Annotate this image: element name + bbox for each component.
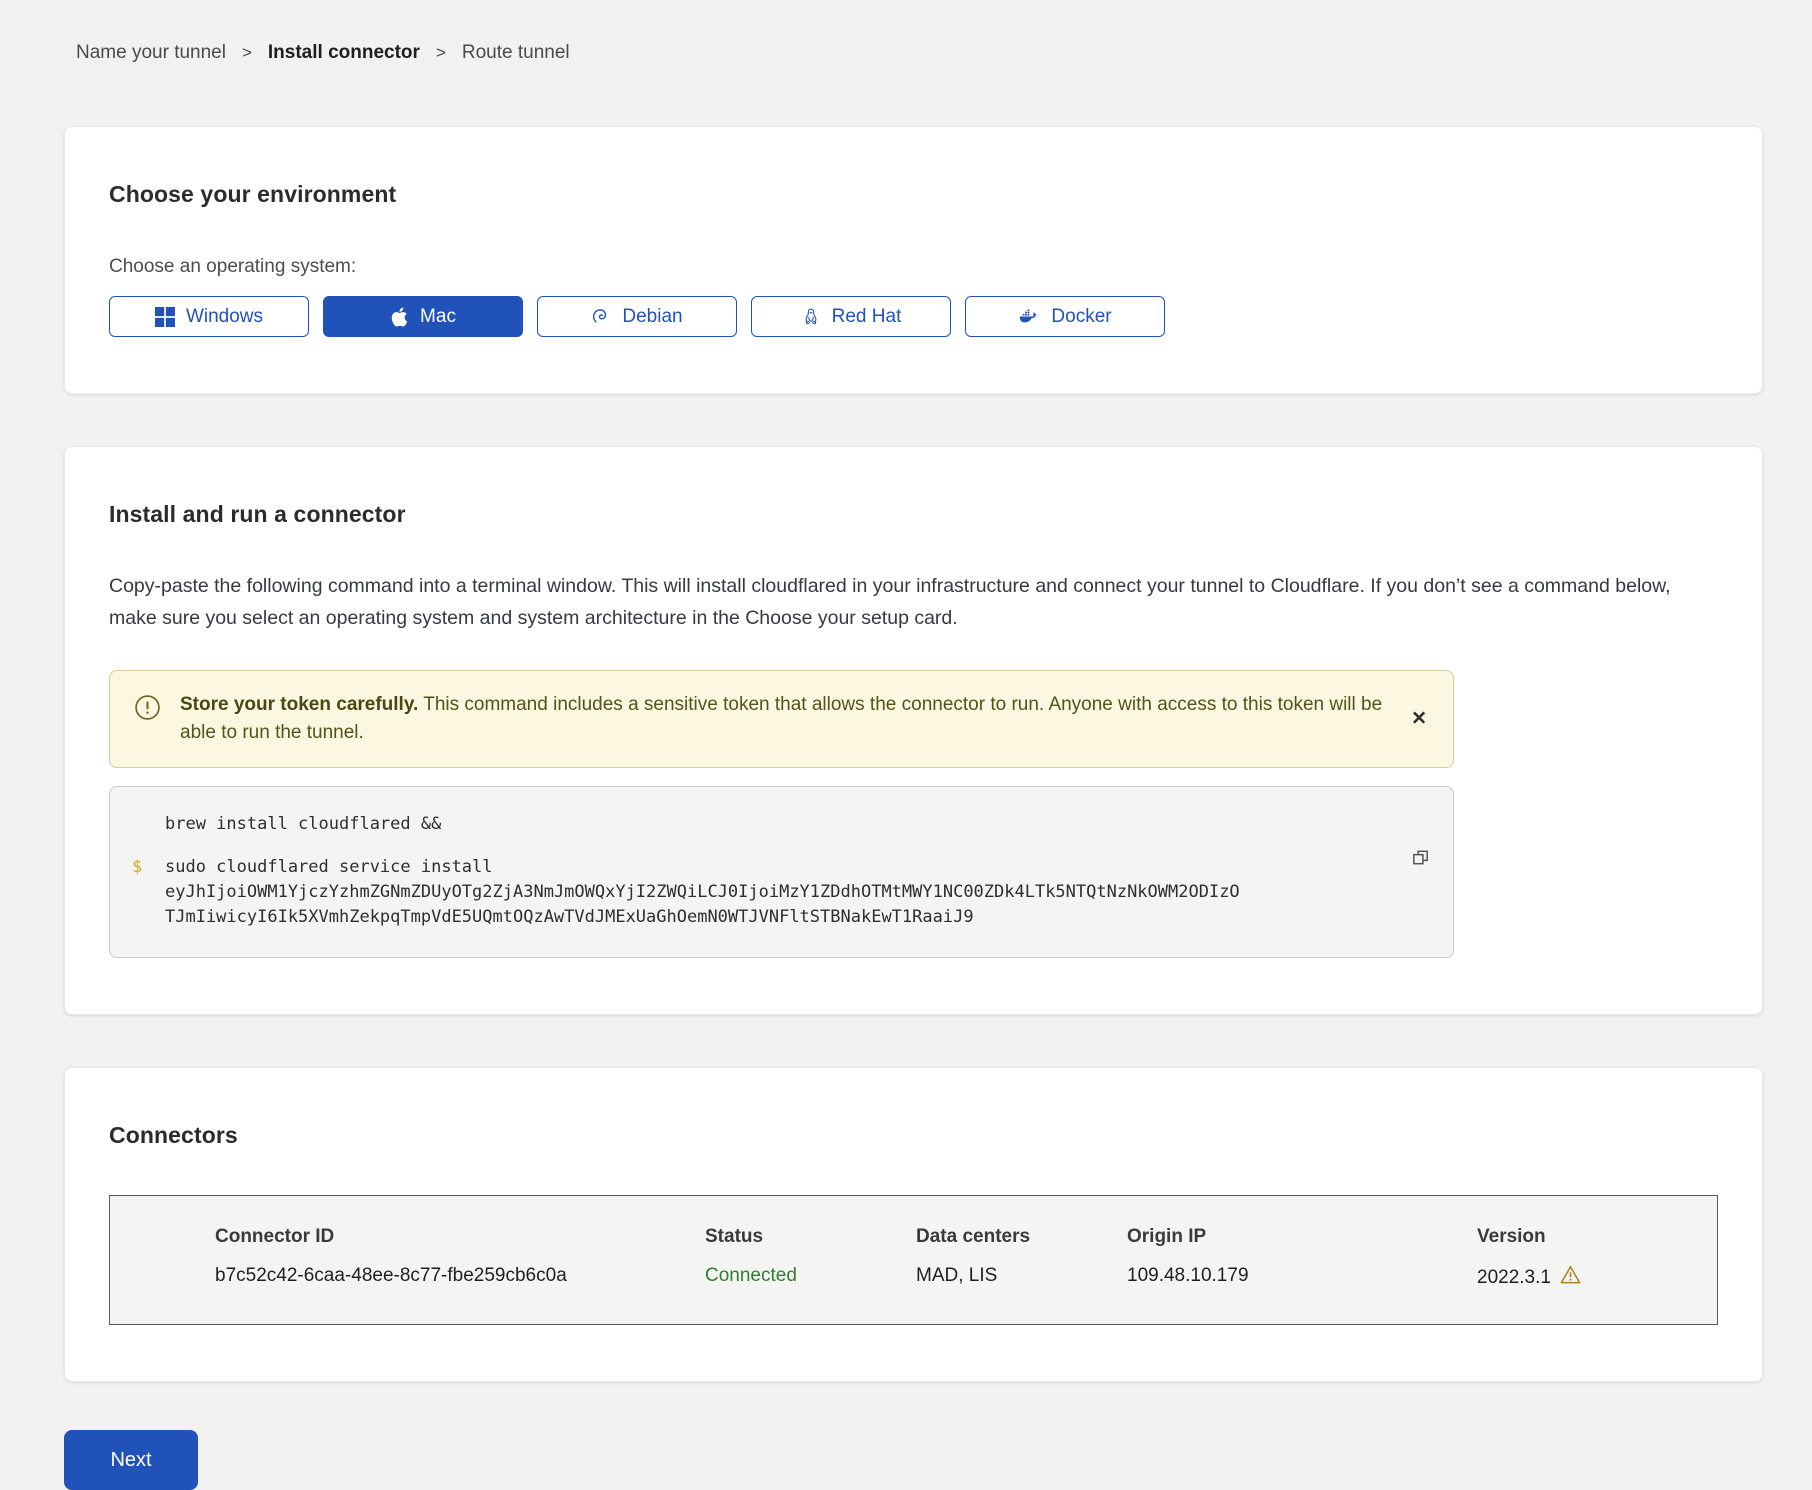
header-origin-ip: Origin IP — [1127, 1226, 1477, 1248]
os-button-mac[interactable]: Mac — [323, 296, 523, 337]
os-button-redhat[interactable]: Red Hat — [751, 296, 951, 337]
os-button-label: Debian — [622, 306, 682, 328]
breadcrumb-separator-icon: > — [242, 43, 252, 63]
shell-prompt-spacer — [132, 812, 165, 837]
page: Name your tunnel > Install connector > R… — [0, 0, 1812, 1490]
header-version: Version — [1477, 1226, 1697, 1248]
os-button-debian[interactable]: Debian — [537, 296, 737, 337]
connectors-card-title: Connectors — [109, 1122, 1718, 1149]
header-status: Status — [705, 1226, 916, 1248]
next-button[interactable]: Next — [64, 1430, 198, 1490]
header-data-centers: Data centers — [916, 1226, 1127, 1248]
close-icon: ✕ — [1411, 709, 1427, 730]
table-header-row: Connector ID Status Data centers Origin … — [110, 1226, 1717, 1248]
warning-text: Store your token carefully. This command… — [180, 691, 1383, 747]
version-warning-triangle-icon[interactable] — [1560, 1265, 1581, 1290]
environment-card-title: Choose your environment — [109, 181, 1718, 208]
os-button-label: Docker — [1051, 306, 1111, 328]
choose-environment-card: Choose your environment Choose an operat… — [64, 126, 1763, 394]
copy-icon — [1410, 856, 1431, 871]
os-button-docker[interactable]: Docker — [965, 296, 1165, 337]
cell-version: 2022.3.1 — [1477, 1265, 1697, 1290]
breadcrumb-step-name-your-tunnel[interactable]: Name your tunnel — [76, 42, 226, 64]
install-connector-card: Install and run a connector Copy-paste t… — [64, 446, 1763, 1015]
os-button-windows[interactable]: Windows — [109, 296, 309, 337]
alert-circle-icon — [134, 694, 161, 747]
breadcrumb-separator-icon: > — [436, 43, 446, 63]
breadcrumb-step-route-tunnel: Route tunnel — [462, 42, 570, 64]
status-badge: Connected — [705, 1265, 916, 1290]
token-warning-banner: Store your token carefully. This command… — [109, 670, 1454, 768]
code-line: brew install cloudflared && — [132, 812, 1373, 837]
tux-penguin-icon — [801, 306, 821, 328]
apple-icon — [390, 306, 409, 328]
code-line: $ sudo cloudflared service install eyJhI… — [132, 855, 1373, 930]
windows-icon — [155, 307, 175, 327]
version-value: 2022.3.1 — [1477, 1267, 1551, 1289]
debian-swirl-icon — [591, 307, 611, 327]
docker-whale-icon — [1018, 306, 1040, 328]
connectors-table: Connector ID Status Data centers Origin … — [109, 1195, 1718, 1325]
install-card-title: Install and run a connector — [109, 501, 1718, 528]
header-connector-id: Connector ID — [215, 1226, 705, 1248]
install-instructions: Copy-paste the following command into a … — [109, 570, 1718, 634]
breadcrumb-step-install-connector[interactable]: Install connector — [268, 42, 420, 64]
os-button-group: Windows Mac Debian — [109, 296, 1718, 337]
table-row: b7c52c42-6caa-48ee-8c77-fbe259cb6c0a Con… — [110, 1265, 1717, 1290]
cell-connector-id: b7c52c42-6caa-48ee-8c77-fbe259cb6c0a — [215, 1265, 705, 1290]
copy-command-button[interactable] — [1408, 845, 1433, 870]
os-button-label: Red Hat — [832, 306, 902, 328]
connectors-card: Connectors Connector ID Status Data cent… — [64, 1067, 1763, 1382]
os-button-label: Windows — [186, 306, 263, 328]
os-select-label: Choose an operating system: — [109, 256, 1718, 278]
brew-install-command: brew install cloudflared && — [165, 812, 441, 837]
dismiss-warning-button[interactable]: ✕ — [1407, 706, 1431, 733]
os-button-label: Mac — [420, 306, 456, 328]
warning-title: Store your token carefully. — [180, 694, 418, 715]
breadcrumb: Name your tunnel > Install connector > R… — [64, 42, 1763, 64]
cloudflared-service-install-command: sudo cloudflared service install eyJhIjo… — [165, 855, 1240, 930]
install-command-code-block: brew install cloudflared && $ sudo cloud… — [109, 786, 1454, 958]
shell-prompt: $ — [132, 855, 165, 930]
cell-data-centers: MAD, LIS — [916, 1265, 1127, 1290]
cell-origin-ip: 109.48.10.179 — [1127, 1265, 1477, 1290]
